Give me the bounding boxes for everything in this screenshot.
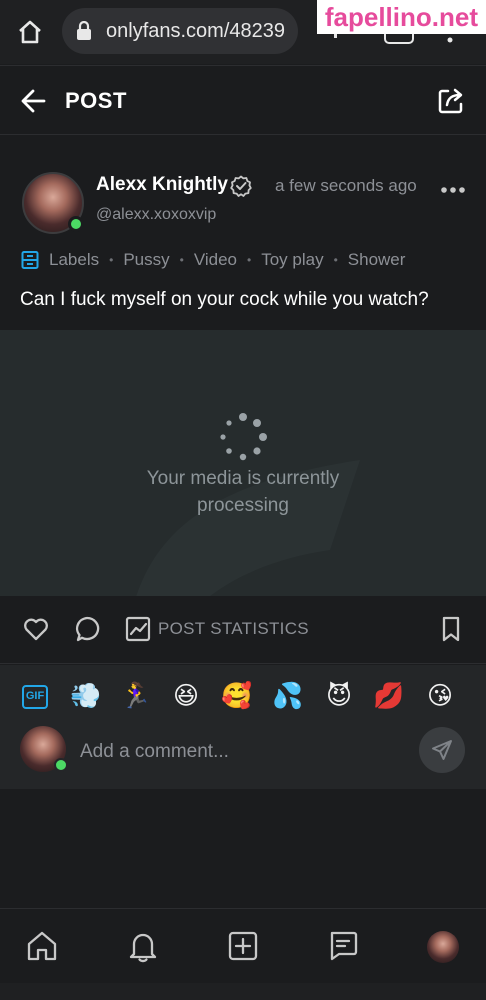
label-item[interactable]: Shower: [348, 250, 406, 270]
statistics-chart-icon[interactable]: [124, 615, 152, 643]
comment-composer: GIF 💨 🏃‍♀️ 😆 🥰 💦 😈 💋 😘: [0, 665, 486, 789]
author-name[interactable]: Alexx Knightly: [96, 174, 228, 196]
label-item[interactable]: Labels: [49, 250, 99, 270]
emoji-button[interactable]: 😘: [423, 679, 457, 713]
post-actions-bar: POST STATISTICS: [0, 596, 486, 664]
more-options-icon[interactable]: [440, 182, 466, 193]
gif-picker-icon[interactable]: GIF: [22, 685, 48, 709]
loading-spinner-icon: [217, 411, 269, 463]
label-item[interactable]: Pussy: [123, 250, 169, 270]
verified-badge-icon: [230, 175, 252, 197]
bottom-navigation: [0, 908, 486, 983]
bookmark-icon[interactable]: [437, 615, 465, 643]
emoji-button[interactable]: 🥰: [220, 679, 254, 713]
page-header: POST: [0, 65, 486, 135]
address-bar[interactable]: onlyfans.com/48239: [62, 8, 298, 54]
online-status-dot: [68, 216, 84, 232]
media-processing-message: Your media is currently processing: [146, 468, 340, 516]
home-icon[interactable]: [12, 14, 48, 50]
label-item[interactable]: Video: [194, 250, 237, 270]
emoji-button[interactable]: 💦: [271, 679, 305, 713]
like-heart-icon[interactable]: [22, 615, 50, 643]
label-separator: •: [179, 253, 184, 267]
post-text: Can I fuck myself on your cock while you…: [20, 289, 429, 310]
post-timestamp: a few seconds ago: [275, 176, 417, 195]
label-separator: •: [333, 253, 338, 267]
home-nav-icon[interactable]: [25, 929, 59, 963]
labels-icon: [20, 250, 40, 270]
notifications-bell-icon[interactable]: [126, 929, 160, 963]
emoji-button[interactable]: 😆: [169, 679, 203, 713]
post-labels: Labels • Pussy • Video • Toy play • Show…: [20, 248, 405, 272]
watermark: fapellino.net: [316, 0, 486, 34]
lock-icon: [62, 21, 106, 41]
system-navigation-bar: [0, 983, 486, 1000]
back-arrow-icon[interactable]: [18, 86, 50, 116]
comment-bubble-icon[interactable]: [73, 615, 101, 643]
author-avatar[interactable]: [22, 172, 84, 234]
send-icon[interactable]: [419, 727, 465, 773]
online-status-dot: [54, 758, 68, 772]
messages-icon[interactable]: [326, 929, 360, 963]
label-separator: •: [109, 253, 114, 267]
emoji-button[interactable]: 💨: [69, 679, 103, 713]
author-handle[interactable]: @alexx.xoxoxvip: [96, 206, 216, 224]
label-separator: •: [247, 253, 252, 267]
page-title: POST: [65, 88, 127, 113]
comment-input[interactable]: [80, 735, 400, 769]
post-statistics-button[interactable]: POST STATISTICS: [158, 619, 309, 639]
emoji-button[interactable]: 😈: [322, 679, 356, 713]
share-icon[interactable]: [436, 86, 466, 116]
emoji-bar: GIF 💨 🏃‍♀️ 😆 🥰 💦 😈 💋 😘: [0, 679, 486, 715]
commenter-avatar: [20, 726, 68, 772]
profile-avatar[interactable]: [427, 931, 459, 963]
emoji-button[interactable]: 🏃‍♀️: [119, 679, 153, 713]
add-post-icon[interactable]: [226, 929, 260, 963]
emoji-button[interactable]: 💋: [372, 679, 406, 713]
label-item[interactable]: Toy play: [261, 250, 323, 270]
browser-toolbar: onlyfans.com/48239 fapellino.net: [0, 0, 486, 64]
url-text: onlyfans.com/48239: [106, 19, 286, 42]
